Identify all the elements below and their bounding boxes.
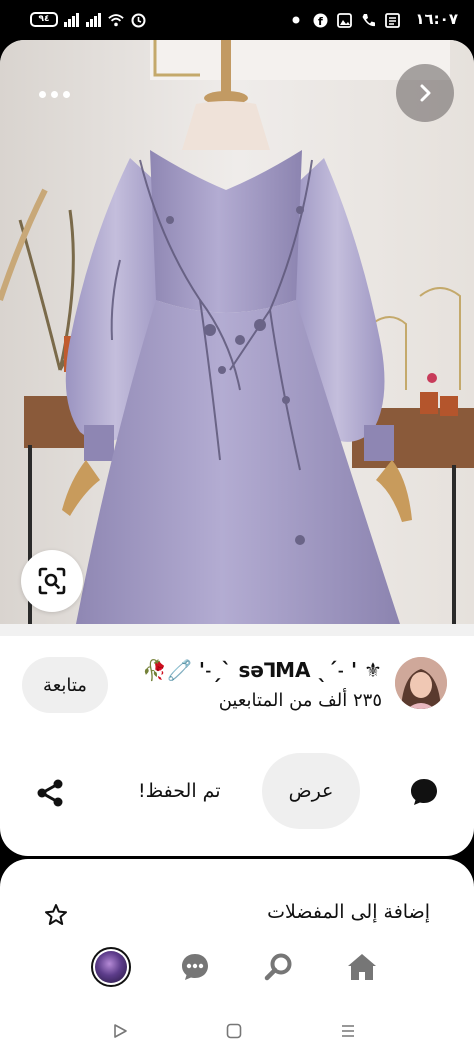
tab-messages[interactable] [173,945,217,989]
phone-icon [360,12,376,28]
bottom-sheet: إضافة إلى المفضلات [0,859,474,1009]
more-icon [62,90,70,98]
comment-button[interactable] [406,774,442,810]
favorite-star-button[interactable] [42,901,70,929]
tab-profile[interactable] [89,945,133,989]
author-name[interactable]: 🥀🧷 '˗ˏˋ sǝꓶMA ˎˊ˗ ' ⚜ [142,658,382,682]
more-options-button[interactable] [30,82,78,106]
avatar[interactable] [395,657,447,709]
share-icon [37,779,63,807]
battery-level: ٩٤ [38,14,50,24]
notification-icon [384,12,400,28]
back-triangle-icon [114,1024,127,1038]
home-icon [348,954,376,980]
status-bar: ٩٤ f ١٦:٠٧ [0,0,474,40]
battery-icon: ٩٤ [30,12,58,27]
dress-photo [0,40,474,624]
system-nav-bar [0,1009,474,1053]
star-icon [45,904,67,925]
nav-home-button[interactable] [220,1017,248,1045]
clock: ١٦:٠٧ [415,10,458,28]
profile-avatar [91,947,131,987]
avatar-image [395,657,447,709]
alarm-icon [130,12,146,28]
follower-count: ٢٣٥ ألف من المتابعين [218,690,382,711]
add-to-favorites-label[interactable]: إضافة إلى المفضلات [267,901,430,923]
status-left-icons [64,9,146,31]
signal-icon [64,12,80,28]
recents-icon [342,1025,354,1037]
nav-back-button[interactable] [106,1017,134,1045]
status-right-icons: f [288,9,400,31]
svg-text:f: f [318,15,323,28]
next-pin-button[interactable] [396,64,454,122]
share-button[interactable] [30,773,70,813]
dot-icon [288,12,304,28]
tab-home[interactable] [340,945,384,989]
comment-icon [411,779,437,805]
pin-image[interactable] [0,40,474,624]
more-icon [38,90,46,98]
more-icon [50,90,58,98]
home-square-icon [226,1023,242,1039]
visual-search-button[interactable] [21,550,83,612]
signal-icon [86,12,102,28]
chevron-right-icon [420,84,431,102]
divider [0,624,474,636]
pin-info-card: 🥀🧷 '˗ˏˋ sǝꓶMA ˎˊ˗ ' ⚜ ٢٣٥ ألف من المتابع… [0,624,474,856]
wifi-icon [108,12,124,28]
view-button[interactable]: عرض [262,753,360,829]
messages-icon [182,954,208,980]
nav-recents-button[interactable] [334,1017,362,1045]
tab-search[interactable] [257,945,301,989]
visual-search-icon [38,567,66,595]
facebook-icon: f [312,12,328,28]
tab-bar [0,939,474,1003]
search-icon [264,953,292,981]
gallery-icon [336,12,352,28]
saved-status[interactable]: تم الحفظ! [138,780,221,802]
follow-button[interactable]: متابعة [22,657,108,713]
